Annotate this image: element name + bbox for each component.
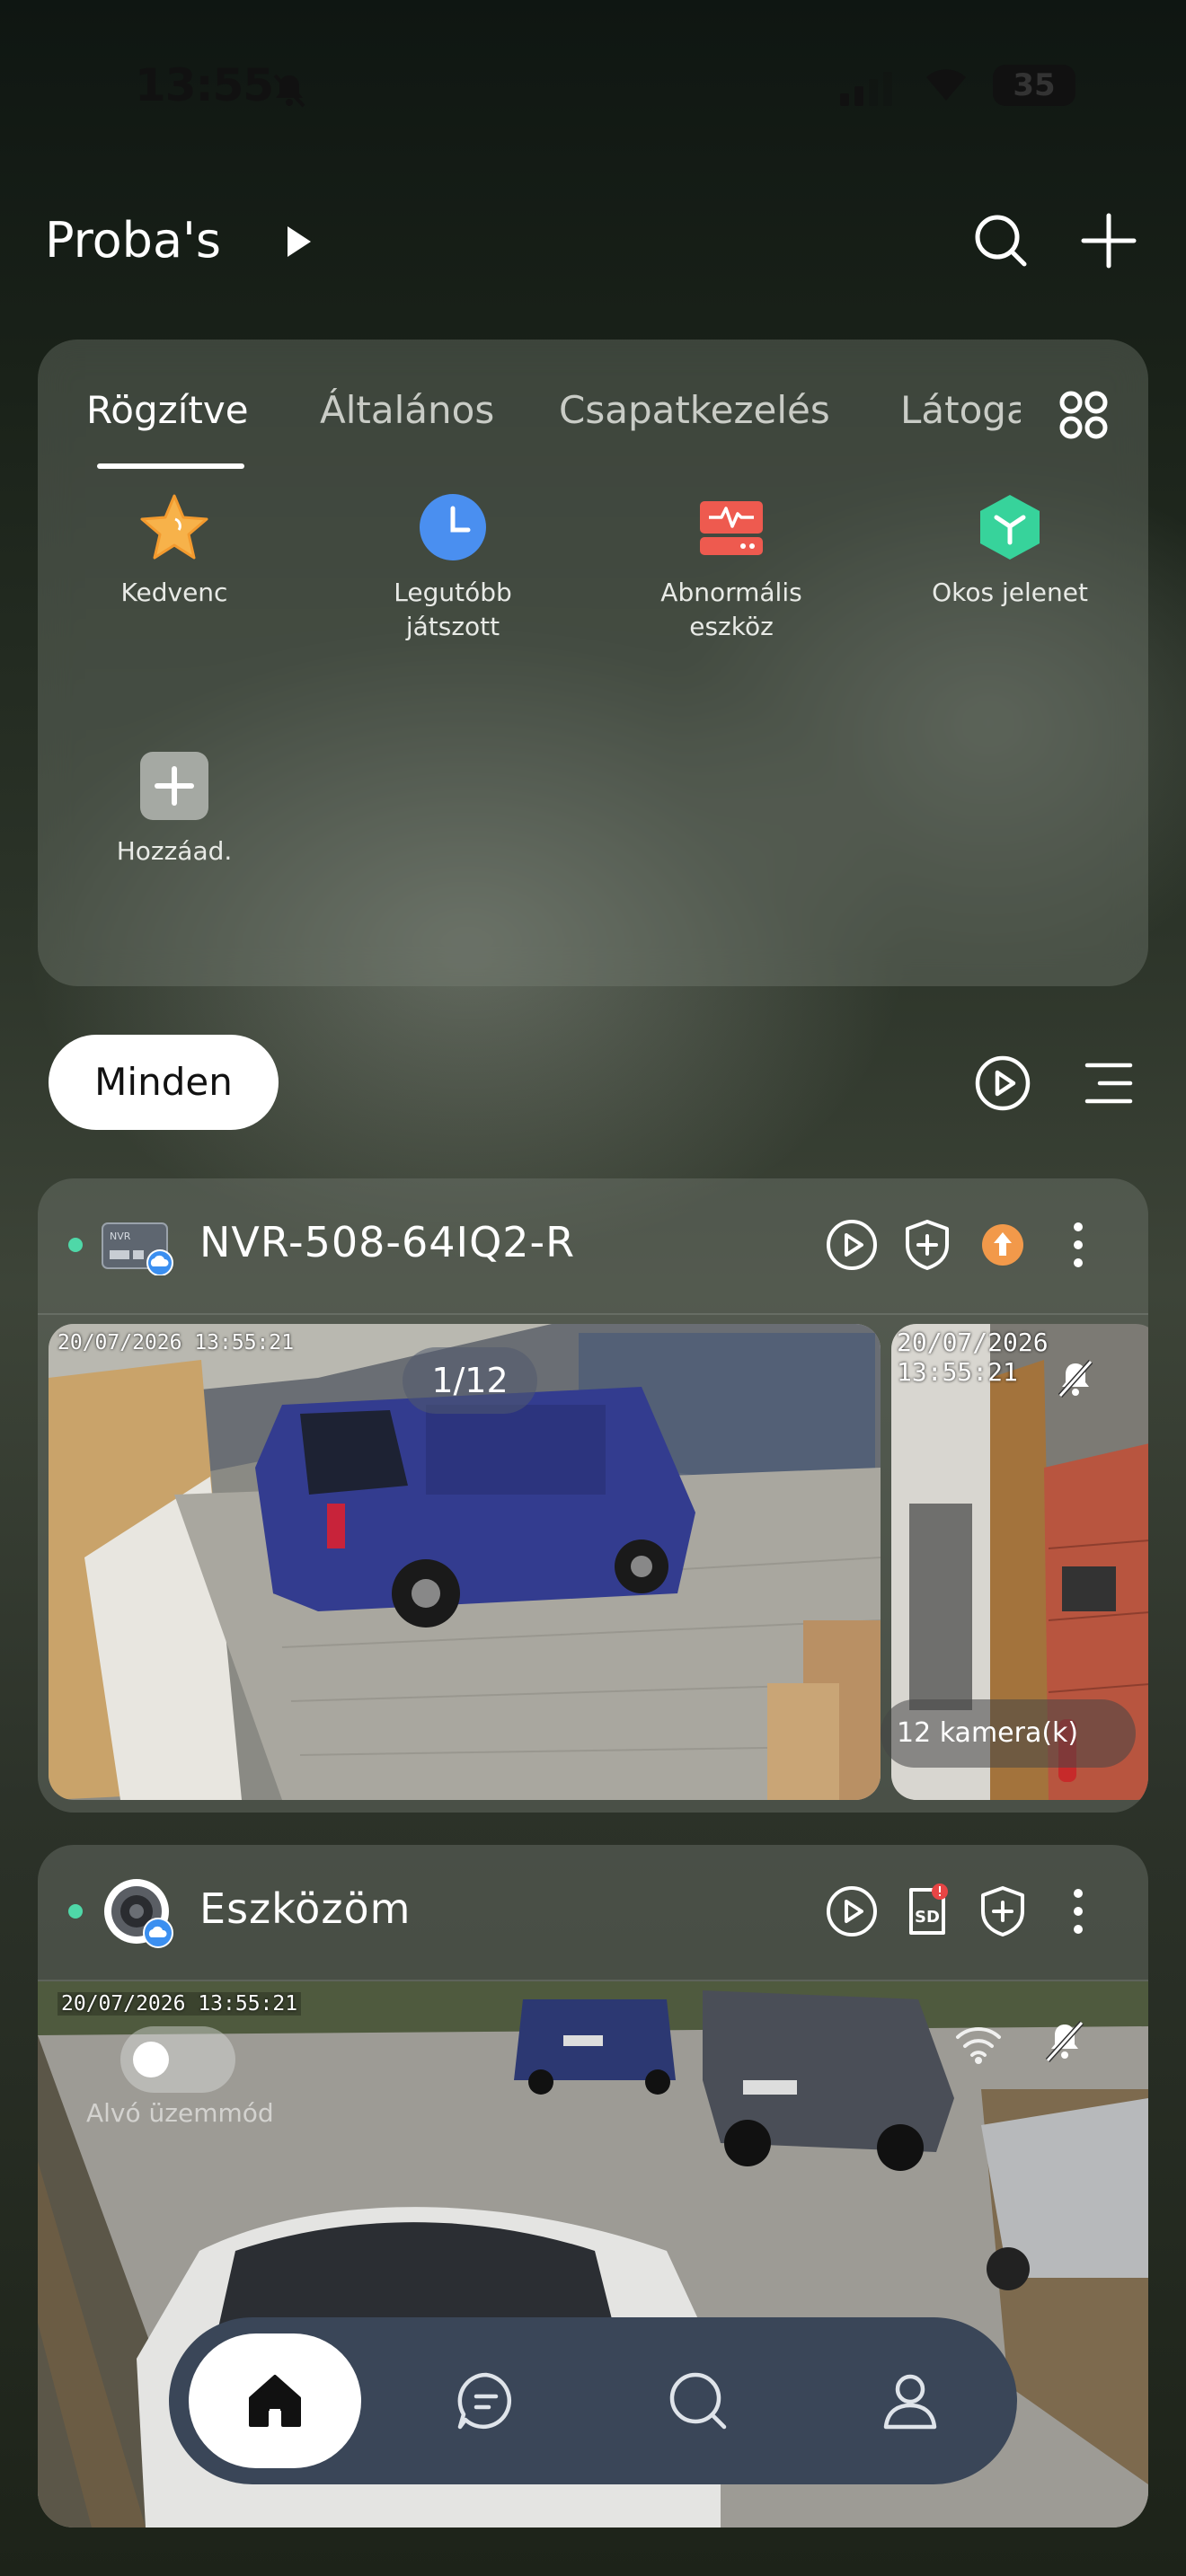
device-name[interactable]: Eszközöm	[199, 1884, 411, 1933]
online-status-dot	[68, 1238, 83, 1252]
device-name[interactable]: NVR-508-64IQ2-R	[199, 1218, 575, 1266]
page-indicator: 1/12	[403, 1347, 537, 1414]
firmware-upgrade-icon[interactable]	[976, 1218, 1030, 1272]
shortcut-okos-jelenet[interactable]: Okos jelenet	[893, 492, 1127, 611]
camera-timestamp: 20/07/2026 13:55:21	[897, 1328, 1049, 1387]
home-icon	[243, 2369, 306, 2432]
filter-all-pill[interactable]: Minden	[49, 1035, 279, 1130]
abnormal-device-icon	[696, 492, 766, 562]
discover-search-icon[interactable]	[667, 2369, 730, 2432]
more-options-icon[interactable]	[1051, 1218, 1105, 1272]
messages-icon[interactable]	[455, 2369, 518, 2432]
add-icon[interactable]	[1080, 212, 1137, 269]
add-icon	[139, 751, 209, 821]
device-card-nvr: NVR NVR-508-64IQ2-R 20/07/2026 13:55:21 …	[38, 1178, 1148, 1813]
play-icon[interactable]	[825, 1884, 879, 1938]
tab-bar: Rögzítve Általános Csapatkezelés Látoga	[86, 377, 1021, 449]
card-divider	[38, 1313, 1148, 1315]
more-options-icon[interactable]	[1051, 1884, 1105, 1938]
sd-card-icon[interactable]: SD	[900, 1881, 954, 1935]
svg-text:NVR: NVR	[110, 1231, 131, 1242]
profile-icon[interactable]	[879, 2369, 942, 2432]
tab-rogzitve[interactable]: Rögzítve	[86, 388, 249, 432]
home-title[interactable]: Proba's	[45, 212, 221, 269]
nav-home-button[interactable]	[189, 2333, 361, 2468]
tab-latoga[interactable]: Látoga	[900, 388, 1021, 432]
camera-timestamp: 20/07/2026 13:55:21	[58, 1992, 302, 2016]
shortcut-label-line2: eszköz	[689, 612, 774, 641]
arm-shield-icon[interactable]	[976, 1884, 1030, 1938]
clock-icon	[418, 492, 488, 562]
status-time: 13:55	[135, 59, 274, 111]
battery-indicator: 35	[993, 65, 1075, 106]
shortcut-label: Kedvenc	[120, 578, 228, 607]
sleep-mode-label: Alvó üzemmód	[86, 2098, 274, 2128]
tab-underline	[97, 463, 244, 469]
play-all-icon[interactable]	[974, 1054, 1031, 1112]
grid-menu-icon[interactable]	[1057, 388, 1111, 442]
shortcut-label: Okos jelenet	[932, 578, 1088, 607]
wifi-icon	[921, 65, 971, 104]
nvr-device-icon: NVR	[101, 1218, 176, 1275]
shortcut-kedvenc[interactable]: Kedvenc	[58, 492, 291, 611]
camera-timestamp: 20/07/2026 13:55:21	[58, 1331, 295, 1354]
star-icon	[139, 492, 209, 562]
shortcut-abnormalis-eszkoz[interactable]: Abnormális eszköz	[615, 492, 848, 645]
sd-label: SD	[915, 1908, 940, 1927]
search-icon[interactable]	[972, 212, 1030, 269]
sleep-mode-toggle[interactable]	[120, 2026, 235, 2093]
wifi-signal-icon	[954, 2021, 1003, 2066]
status-bar: 13:55 35	[0, 54, 1186, 117]
list-menu-icon[interactable]	[1084, 1058, 1134, 1108]
shortcut-label: Hozzáad.	[116, 836, 233, 866]
camera-preview-main[interactable]: 20/07/2026 13:55:21 1/12	[49, 1324, 881, 1800]
play-icon[interactable]	[825, 1218, 879, 1272]
online-status-dot	[68, 1904, 83, 1919]
tab-csapatkezeles[interactable]: Csapatkezelés	[559, 388, 830, 432]
tab-altalanos[interactable]: Általános	[320, 388, 494, 432]
home-switch-icon[interactable]	[288, 226, 311, 257]
silent-bell-icon	[270, 70, 309, 110]
shortcut-label-line2: játszott	[405, 612, 500, 641]
camera-count-badge[interactable]: 12 kamera(k)	[881, 1699, 1136, 1768]
shortcut-legutobb-jatszott[interactable]: Legutóbb játszott	[336, 492, 570, 645]
shortcut-hozzaad[interactable]: Hozzáad.	[58, 751, 291, 869]
mute-icon[interactable]	[1053, 1356, 1098, 1401]
mute-icon[interactable]	[1040, 2017, 1089, 2066]
shortcut-label-line1: Legutóbb	[394, 578, 512, 607]
toggle-knob	[133, 2042, 169, 2078]
cellular-signal-icon	[840, 72, 892, 106]
camera-device-icon	[101, 1875, 176, 1951]
shortcut-label-line1: Abnormális	[660, 578, 802, 607]
smart-scene-icon	[975, 492, 1045, 562]
arm-shield-icon[interactable]	[900, 1218, 954, 1272]
